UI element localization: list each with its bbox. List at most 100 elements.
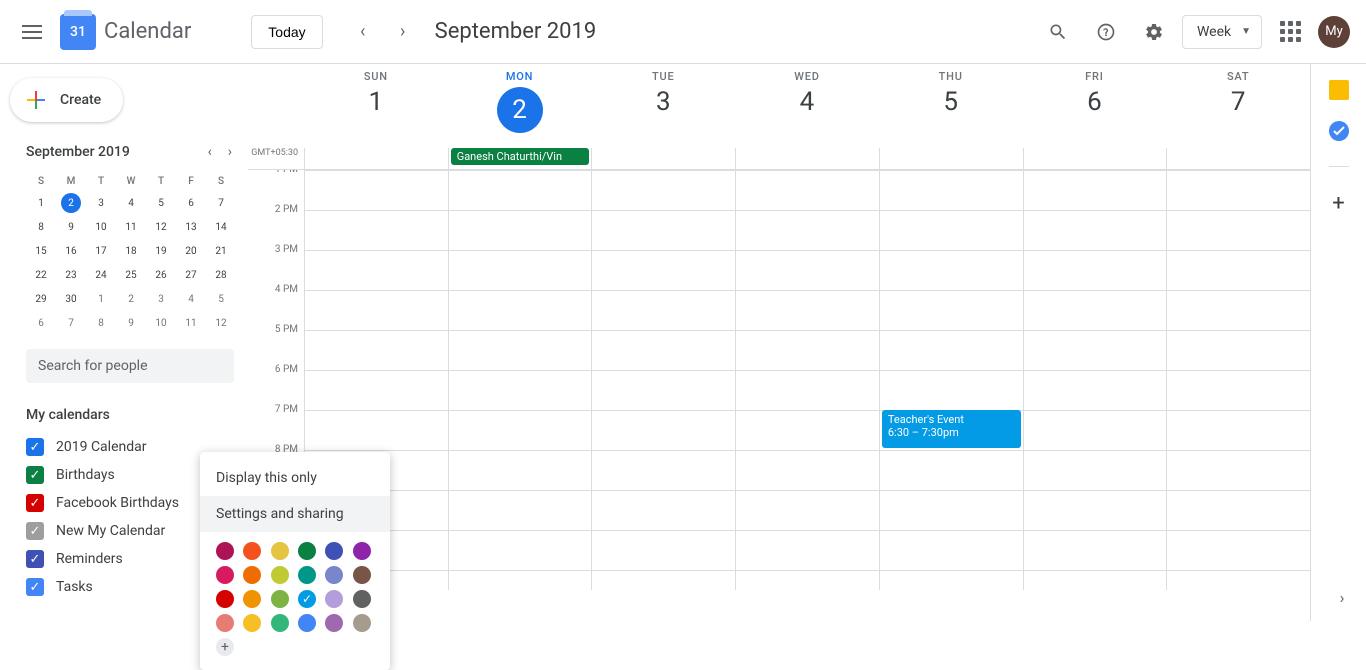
mini-day-cell[interactable]: 7 <box>56 311 86 335</box>
mini-day-cell[interactable]: 24 <box>86 263 116 287</box>
mini-day-cell[interactable]: 3 <box>86 191 116 215</box>
calendar-checkbox[interactable]: ✓ <box>26 466 44 484</box>
color-swatch[interactable] <box>325 614 343 632</box>
mini-day-cell[interactable]: 21 <box>206 239 236 263</box>
day-header[interactable]: TUE3 <box>591 64 735 148</box>
tasks-icon[interactable] <box>1328 120 1350 142</box>
create-button[interactable]: Create <box>10 78 123 122</box>
mini-day-cell[interactable]: 30 <box>56 287 86 311</box>
calendar-checkbox[interactable]: ✓ <box>26 550 44 568</box>
color-swatch[interactable] <box>243 566 261 584</box>
mini-day-cell[interactable]: 22 <box>26 263 56 287</box>
mini-day-cell[interactable]: 5 <box>146 191 176 215</box>
mini-day-cell[interactable]: 14 <box>206 215 236 239</box>
calendar-event[interactable]: Teacher's Event6:30 – 7:30pm <box>882 410 1021 448</box>
mini-day-cell[interactable]: 29 <box>26 287 56 311</box>
day-column[interactable] <box>1166 170 1310 590</box>
mini-day-cell[interactable]: 13 <box>176 215 206 239</box>
color-swatch[interactable] <box>216 590 234 608</box>
search-people-input[interactable]: Search for people <box>26 349 234 383</box>
color-swatch[interactable] <box>325 566 343 584</box>
color-swatch[interactable] <box>353 566 371 584</box>
mini-next-button[interactable]: › <box>224 140 236 164</box>
today-button[interactable]: Today <box>251 15 322 49</box>
menu-settings-sharing[interactable]: Settings and sharing <box>200 496 390 532</box>
allday-event[interactable]: Ganesh Chaturthi/Vin <box>451 148 590 165</box>
mini-day-cell[interactable]: 1 <box>86 287 116 311</box>
view-selector[interactable]: Week ▼ <box>1182 15 1262 49</box>
color-swatch[interactable] <box>271 566 289 584</box>
day-header[interactable]: THU5 <box>879 64 1023 148</box>
mini-day-cell[interactable]: 11 <box>176 311 206 335</box>
mini-day-cell[interactable]: 6 <box>176 191 206 215</box>
mini-day-cell[interactable]: 2 <box>56 191 86 215</box>
mini-day-cell[interactable]: 17 <box>86 239 116 263</box>
apps-grid-icon[interactable] <box>1270 12 1310 52</box>
color-swatch[interactable] <box>216 542 234 560</box>
day-header[interactable]: SUN1 <box>304 64 448 148</box>
day-column[interactable] <box>1023 170 1167 590</box>
color-swatch[interactable]: ✓ <box>298 590 316 608</box>
color-swatch[interactable] <box>353 614 371 632</box>
day-header[interactable]: FRI6 <box>1023 64 1167 148</box>
mini-day-cell[interactable]: 1 <box>26 191 56 215</box>
allday-cell[interactable] <box>591 148 735 169</box>
mini-day-cell[interactable]: 9 <box>56 215 86 239</box>
allday-cell[interactable] <box>1023 148 1167 169</box>
mini-prev-button[interactable]: ‹ <box>204 140 216 164</box>
color-swatch[interactable] <box>271 590 289 608</box>
allday-cell[interactable] <box>879 148 1023 169</box>
mini-day-cell[interactable]: 10 <box>146 311 176 335</box>
day-column[interactable] <box>735 170 879 590</box>
account-avatar[interactable]: My <box>1318 16 1350 48</box>
allday-cell[interactable] <box>304 148 448 169</box>
day-header[interactable]: SAT7 <box>1166 64 1310 148</box>
mini-day-cell[interactable]: 10 <box>86 215 116 239</box>
day-column[interactable]: Teacher's Event6:30 – 7:30pm <box>879 170 1023 590</box>
mini-day-cell[interactable]: 8 <box>86 311 116 335</box>
keep-icon[interactable] <box>1329 80 1349 100</box>
calendar-checkbox[interactable]: ✓ <box>26 578 44 596</box>
color-swatch[interactable] <box>325 590 343 608</box>
allday-cell[interactable]: Ganesh Chaturthi/Vin <box>448 148 592 169</box>
mini-day-cell[interactable]: 15 <box>26 239 56 263</box>
search-icon[interactable] <box>1038 12 1078 52</box>
help-icon[interactable] <box>1086 12 1126 52</box>
mini-day-cell[interactable]: 6 <box>26 311 56 335</box>
allday-cell[interactable] <box>1166 148 1310 169</box>
mini-day-cell[interactable]: 5 <box>206 287 236 311</box>
day-header[interactable]: WED4 <box>735 64 879 148</box>
color-swatch[interactable] <box>271 542 289 560</box>
allday-cell[interactable] <box>735 148 879 169</box>
day-column[interactable] <box>448 170 592 590</box>
mini-day-cell[interactable]: 16 <box>56 239 86 263</box>
mini-day-cell[interactable]: 12 <box>206 311 236 335</box>
mini-day-cell[interactable]: 18 <box>116 239 146 263</box>
calendar-checkbox[interactable]: ✓ <box>26 522 44 540</box>
color-swatch[interactable] <box>243 614 261 632</box>
mini-day-cell[interactable]: 26 <box>146 263 176 287</box>
mini-day-cell[interactable]: 4 <box>176 287 206 311</box>
add-addon-icon[interactable]: + <box>1332 191 1344 216</box>
day-column[interactable] <box>591 170 735 590</box>
mini-day-cell[interactable]: 4 <box>116 191 146 215</box>
color-swatch[interactable] <box>243 590 261 608</box>
color-swatch[interactable] <box>325 542 343 560</box>
mini-day-cell[interactable]: 3 <box>146 287 176 311</box>
expand-panel-button[interactable]: › <box>1326 581 1358 613</box>
color-swatch[interactable] <box>216 566 234 584</box>
mini-day-cell[interactable]: 7 <box>206 191 236 215</box>
prev-week-button[interactable]: ‹ <box>343 12 383 52</box>
color-swatch[interactable] <box>353 542 371 560</box>
calendar-checkbox[interactable]: ✓ <box>26 494 44 512</box>
day-header[interactable]: MON2 <box>448 64 592 148</box>
color-swatch[interactable] <box>216 614 234 632</box>
mini-day-cell[interactable]: 20 <box>176 239 206 263</box>
main-menu-button[interactable] <box>8 8 56 56</box>
next-week-button[interactable]: › <box>383 12 423 52</box>
mini-day-cell[interactable]: 12 <box>146 215 176 239</box>
calendar-checkbox[interactable]: ✓ <box>26 438 44 456</box>
mini-day-cell[interactable]: 8 <box>26 215 56 239</box>
mini-day-cell[interactable]: 28 <box>206 263 236 287</box>
color-swatch[interactable] <box>298 566 316 584</box>
